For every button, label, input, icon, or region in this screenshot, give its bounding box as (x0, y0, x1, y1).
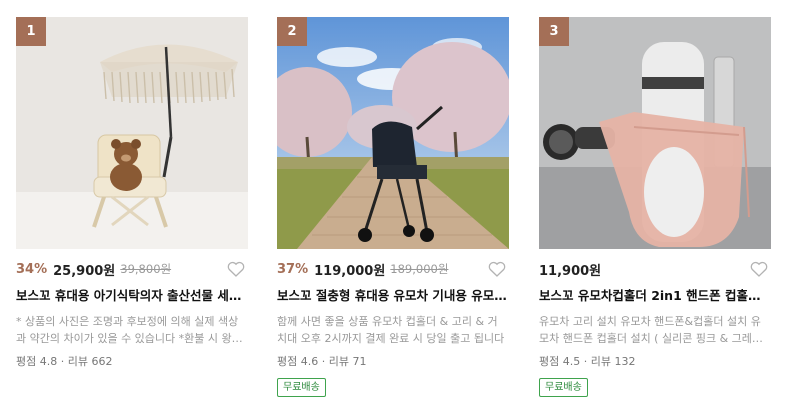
discount-rate: 34% (16, 261, 48, 277)
rating-review: 평점 4.8 · 리뷰 662 (16, 353, 113, 369)
rating-label: 평점 (16, 355, 37, 368)
product-description: 유모차 고리 설치 유모차 핸드폰&컵홀더 설치 유모차 핸드폰 컵홀더 설치 … (539, 315, 763, 345)
review-count: 662 (91, 355, 113, 368)
discount-rate: 37% (277, 261, 309, 277)
rating-label: 평점 (277, 355, 298, 368)
rank-badge: 3 (539, 17, 569, 46)
product-title[interactable]: 보스꼬 유모차컵홀더 2in1 핸드폰 컵홀더 거치대 (539, 285, 771, 304)
heart-outline-icon[interactable] (750, 261, 768, 277)
rank-badge: 2 (277, 17, 307, 46)
review-count: 71 (352, 355, 367, 368)
product-description: 함께 사면 좋을 상품 유모차 컵홀더 & 고리 & 거치대 오후 2시까지 결… (277, 315, 505, 345)
product-card-3[interactable]: 3 11,900원 보스꼬 유모차컵홀더 2in1 핸드폰 컵홀더 거치대 유모… (539, 17, 771, 410)
review-label: 리뷰 (590, 355, 611, 368)
rating-value: 4.8 (39, 355, 58, 368)
product-title[interactable]: 보스꼬 절충형 휴대용 유모차 기내용 유모차 신생아 (277, 285, 509, 304)
separator: · (321, 355, 326, 368)
product-image-3[interactable]: 3 (539, 17, 771, 249)
product-description: * 상품의 사진은 조명과 후보정에 의해 실제 색상과 약간의 차이가 있을 … (16, 315, 242, 345)
rank-badge: 1 (16, 17, 46, 46)
price-row: 37% 119,000원 189,000원 (277, 259, 509, 279)
rating-label: 평점 (539, 355, 560, 368)
original-price: 39,800원 (120, 262, 172, 276)
product-card-2[interactable]: 2 37% 119,000원 189,000원 보스꼬 절충형 휴대용 유모차 … (277, 17, 509, 410)
free-shipping-badge: 무료배송 (277, 378, 326, 397)
heart-outline-icon[interactable] (488, 261, 506, 277)
free-shipping-badge: 무료배송 (539, 378, 588, 397)
review-label: 리뷰 (67, 355, 88, 368)
rating-value: 4.5 (562, 355, 581, 368)
review-count: 132 (614, 355, 636, 368)
product-image-1[interactable]: 1 (16, 17, 248, 249)
price-row: 34% 25,900원 39,800원 (16, 259, 248, 279)
sale-price: 11,900원 (539, 263, 602, 279)
price-row: 11,900원 (539, 259, 771, 279)
sale-price: 25,900원 (53, 263, 116, 279)
review-label: 리뷰 (328, 355, 349, 368)
product-title[interactable]: 보스꼬 휴대용 아기식탁의자 출산선물 세트 접이식 야외 (16, 285, 248, 304)
sale-price: 119,000원 (314, 263, 386, 279)
separator: · (583, 355, 588, 368)
rating-value: 4.6 (300, 355, 319, 368)
heart-outline-icon[interactable] (227, 261, 245, 277)
product-card-1[interactable]: 1 34% 25,900원 39,800원 보스꼬 휴대용 아기식탁의자 출산선… (16, 17, 248, 410)
separator: · (60, 355, 65, 368)
original-price: 189,000원 (390, 262, 449, 276)
rating-review: 평점 4.5 · 리뷰 132 (539, 353, 636, 369)
rating-review: 평점 4.6 · 리뷰 71 (277, 353, 367, 369)
product-image-2[interactable]: 2 (277, 17, 509, 249)
